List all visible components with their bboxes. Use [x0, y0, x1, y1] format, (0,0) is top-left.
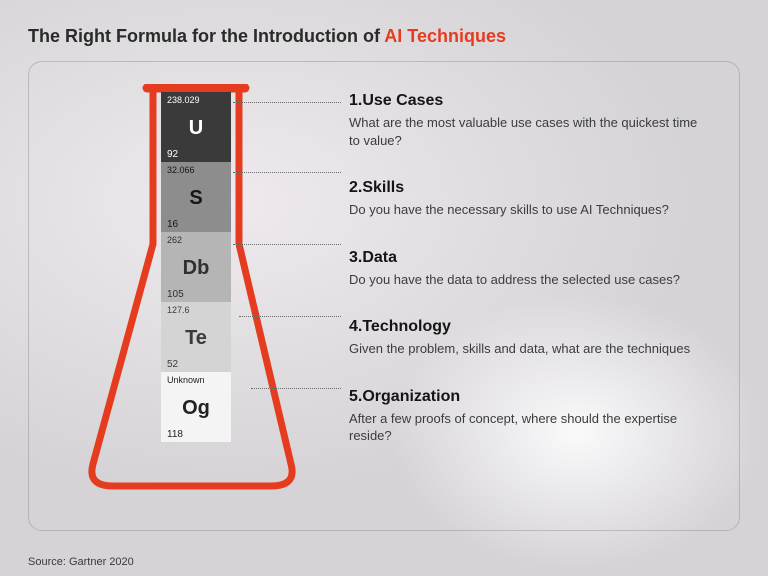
item-list: 1.Use Cases What are the most valuable u… — [349, 92, 709, 445]
element-symbol: Te — [167, 328, 225, 348]
element-atomic: 118 — [167, 430, 225, 440]
item-body: What are the most valuable use cases wit… — [349, 114, 709, 149]
element-atomic: 52 — [167, 360, 225, 370]
content-panel: 238.029 U 92 32.066 S 16 262 Db 105 127.… — [28, 61, 740, 531]
item-skills: 2.Skills Do you have the necessary skill… — [349, 179, 709, 219]
element-mass: Unknown — [167, 376, 225, 385]
source-text: Source: Gartner 2020 — [28, 556, 134, 568]
title-highlight: AI Techniques — [384, 26, 506, 46]
element-stack: 238.029 U 92 32.066 S 16 262 Db 105 127.… — [161, 92, 231, 442]
element-mass: 238.029 — [167, 96, 225, 105]
element-mass: 262 — [167, 236, 225, 245]
title-prefix: The Right Formula for the Introduction o… — [28, 26, 384, 46]
leader-line — [233, 102, 341, 103]
item-use-cases: 1.Use Cases What are the most valuable u… — [349, 92, 709, 149]
element-tile-1: 238.029 U 92 — [161, 92, 231, 162]
item-body: Do you have the necessary skills to use … — [349, 201, 709, 219]
item-body: Do you have the data to address the sele… — [349, 271, 709, 289]
element-tile-3: 262 Db 105 — [161, 232, 231, 302]
element-symbol: U — [167, 118, 225, 138]
item-body: Given the problem, skills and data, what… — [349, 340, 709, 358]
leader-line — [251, 388, 341, 389]
element-symbol: Db — [167, 258, 225, 278]
item-data: 3.Data Do you have the data to address t… — [349, 249, 709, 289]
item-organization: 5.Organization After a few proofs of con… — [349, 388, 709, 445]
page-title: The Right Formula for the Introduction o… — [28, 26, 740, 47]
leader-line — [233, 244, 341, 245]
item-heading: 5.Organization — [349, 388, 709, 406]
element-atomic: 105 — [167, 290, 225, 300]
element-mass: 127.6 — [167, 306, 225, 315]
element-atomic: 16 — [167, 220, 225, 230]
flask-diagram: 238.029 U 92 32.066 S 16 262 Db 105 127.… — [81, 84, 301, 494]
element-tile-2: 32.066 S 16 — [161, 162, 231, 232]
element-tile-4: 127.6 Te 52 — [161, 302, 231, 372]
element-atomic: 92 — [167, 150, 225, 160]
element-symbol: S — [167, 188, 225, 208]
element-tile-5: Unknown Og 118 — [161, 372, 231, 442]
item-heading: 4.Technology — [349, 318, 709, 336]
leader-line — [239, 316, 341, 317]
item-technology: 4.Technology Given the problem, skills a… — [349, 318, 709, 358]
element-symbol: Og — [167, 398, 225, 418]
item-heading: 1.Use Cases — [349, 92, 709, 110]
item-heading: 2.Skills — [349, 179, 709, 197]
item-heading: 3.Data — [349, 249, 709, 267]
item-body: After a few proofs of concept, where sho… — [349, 410, 709, 445]
leader-line — [233, 172, 341, 173]
element-mass: 32.066 — [167, 166, 225, 175]
